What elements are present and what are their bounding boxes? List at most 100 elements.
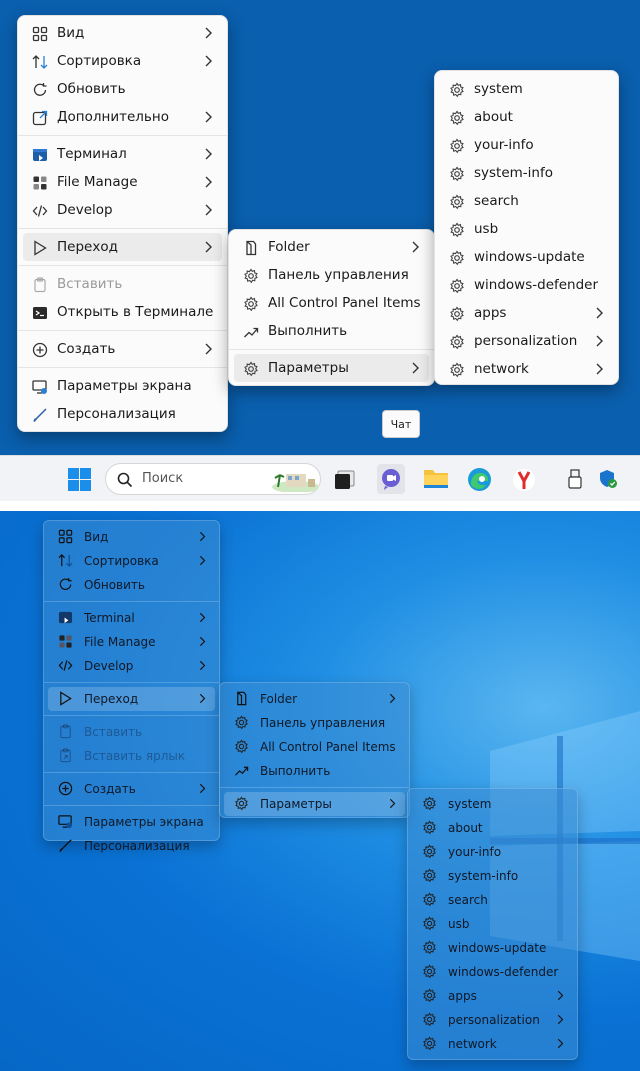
- chevron-right-icon: [593, 333, 605, 349]
- menu-item-control-panel[interactable]: Панель управления: [224, 711, 405, 735]
- menu-item-more[interactable]: Дополнительно: [23, 103, 222, 131]
- menu-item-paste-shortcut[interactable]: Вставить ярлык: [48, 744, 215, 768]
- menu-item-label: Обновить: [57, 81, 126, 97]
- security-shield-icon[interactable]: [598, 469, 618, 493]
- menu-item-all-control-panel-items[interactable]: All Control Panel Items: [234, 289, 429, 317]
- menu-item-file-manage[interactable]: File Manage: [23, 168, 222, 196]
- settings-item-windows-update[interactable]: windows-update: [440, 243, 613, 271]
- menu-item-goto[interactable]: Переход: [48, 687, 215, 711]
- menu-item-view[interactable]: Вид: [23, 19, 222, 47]
- settings-item-network[interactable]: network: [412, 1032, 573, 1056]
- file-manage-icon: [57, 633, 74, 650]
- separator-strip: [0, 501, 640, 511]
- settings-item-usb[interactable]: usb: [440, 215, 613, 243]
- settings-item-system[interactable]: system: [412, 792, 573, 816]
- menu-item-personalization[interactable]: Персонализация: [48, 834, 215, 858]
- menu-item-terminal[interactable]: Терминал: [23, 140, 222, 168]
- menu-item-paste[interactable]: Вставить: [48, 720, 215, 744]
- file-explorer-icon[interactable]: [423, 468, 449, 494]
- gear-icon: [421, 891, 438, 908]
- menu-item-label: usb: [448, 917, 470, 931]
- task-view-icon[interactable]: [334, 470, 356, 494]
- menu-item-settings[interactable]: Параметры: [224, 792, 405, 816]
- settings-item-apps[interactable]: apps: [440, 299, 613, 327]
- refresh-icon: [31, 81, 48, 98]
- menu-item-settings[interactable]: Параметры: [234, 354, 429, 382]
- settings-item-personalization[interactable]: personalization: [440, 327, 613, 355]
- menu-item-label: windows-defender: [474, 277, 599, 293]
- menu-item-all-control-panel-items[interactable]: All Control Panel Items: [224, 735, 405, 759]
- separator: [18, 135, 227, 136]
- settings-item-system[interactable]: system: [440, 75, 613, 103]
- settings-item-your-info[interactable]: your-info: [412, 840, 573, 864]
- menu-item-personalization[interactable]: Персонализация: [23, 400, 222, 428]
- brush-icon: [57, 837, 74, 854]
- menu-item-view[interactable]: Вид: [48, 525, 215, 549]
- usb-eject-tray-icon[interactable]: [567, 469, 583, 493]
- run-icon: [242, 323, 259, 340]
- menu-item-label: Вид: [84, 530, 109, 544]
- menu-item-folder[interactable]: Folder: [224, 687, 405, 711]
- settings-item-system-info[interactable]: system-info: [440, 159, 613, 187]
- settings-item-system-info[interactable]: system-info: [412, 864, 573, 888]
- menu-item-file-manage[interactable]: File Manage: [48, 630, 215, 654]
- settings-item-windows-defender[interactable]: windows-defender: [412, 960, 573, 984]
- menu-item-label: about: [448, 821, 483, 835]
- gear-icon: [448, 81, 465, 98]
- gear-icon: [242, 360, 259, 377]
- settings-item-windows-update[interactable]: windows-update: [412, 936, 573, 960]
- menu-item-develop[interactable]: Develop: [23, 196, 222, 224]
- menu-item-paste[interactable]: Вставить: [23, 270, 222, 298]
- settings-item-your-info[interactable]: your-info: [440, 131, 613, 159]
- separator: [18, 228, 227, 229]
- separator: [229, 349, 434, 350]
- menu-item-label: personalization: [474, 333, 578, 349]
- settings-item-about[interactable]: about: [440, 103, 613, 131]
- menu-item-label: windows-defender: [448, 965, 559, 979]
- menu-item-label: Вид: [57, 25, 85, 41]
- windows-start-icon[interactable]: [68, 468, 91, 491]
- menu-item-display-settings[interactable]: Параметры экрана: [23, 372, 222, 400]
- menu-item-open-terminal[interactable]: Открыть в Терминале: [23, 298, 222, 326]
- settings-item-network[interactable]: network: [440, 355, 613, 383]
- menu-item-display-settings[interactable]: Параметры экрана: [48, 810, 215, 834]
- code-icon: [57, 657, 74, 674]
- menu-item-run[interactable]: Выполнить: [234, 317, 429, 345]
- chevron-right-icon: [202, 109, 214, 125]
- menu-item-control-panel[interactable]: Панель управления: [234, 261, 429, 289]
- gear-icon: [448, 361, 465, 378]
- menu-item-develop[interactable]: Develop: [48, 654, 215, 678]
- chevron-right-icon: [197, 658, 207, 673]
- yandex-browser-icon[interactable]: [512, 468, 536, 496]
- goto-icon: [31, 239, 48, 256]
- menu-item-refresh[interactable]: Обновить: [48, 573, 215, 597]
- settings-item-usb[interactable]: usb: [412, 912, 573, 936]
- menu-item-create[interactable]: Создать: [48, 777, 215, 801]
- settings-item-search[interactable]: search: [440, 187, 613, 215]
- settings-item-personalization[interactable]: personalization: [412, 1008, 573, 1032]
- menu-item-sort[interactable]: Сортировка: [48, 549, 215, 573]
- menu-item-label: your-info: [448, 845, 502, 859]
- menu-item-refresh[interactable]: Обновить: [23, 75, 222, 103]
- context-menu-main: Вид Сортировка Обновить Terminal File Ma…: [43, 520, 220, 853]
- edge-browser-icon[interactable]: [467, 467, 492, 496]
- chat-app-icon[interactable]: [377, 464, 405, 498]
- menu-item-run[interactable]: Выполнить: [224, 759, 405, 783]
- context-menu-settings: system about your-info system-info searc…: [407, 788, 578, 1060]
- settings-item-windows-defender[interactable]: windows-defender: [440, 271, 613, 299]
- settings-item-about[interactable]: about: [412, 816, 573, 840]
- context-menu-goto: Folder Панель управления All Control Pan…: [228, 229, 435, 386]
- paste-shortcut-icon: [57, 747, 74, 764]
- menu-item-goto[interactable]: Переход: [23, 233, 222, 261]
- taskbar-search[interactable]: Поиск: [105, 463, 321, 495]
- menu-item-sort[interactable]: Сортировка: [23, 47, 222, 75]
- run-icon: [233, 762, 250, 779]
- menu-item-label: system-info: [474, 165, 553, 181]
- chevron-right-icon: [555, 988, 565, 1003]
- menu-item-create[interactable]: Создать: [23, 335, 222, 363]
- menu-item-folder[interactable]: Folder: [234, 233, 429, 261]
- settings-item-search[interactable]: search: [412, 888, 573, 912]
- menu-item-terminal[interactable]: Terminal: [48, 606, 215, 630]
- menu-item-label: Выполнить: [260, 764, 331, 778]
- settings-item-apps[interactable]: apps: [412, 984, 573, 1008]
